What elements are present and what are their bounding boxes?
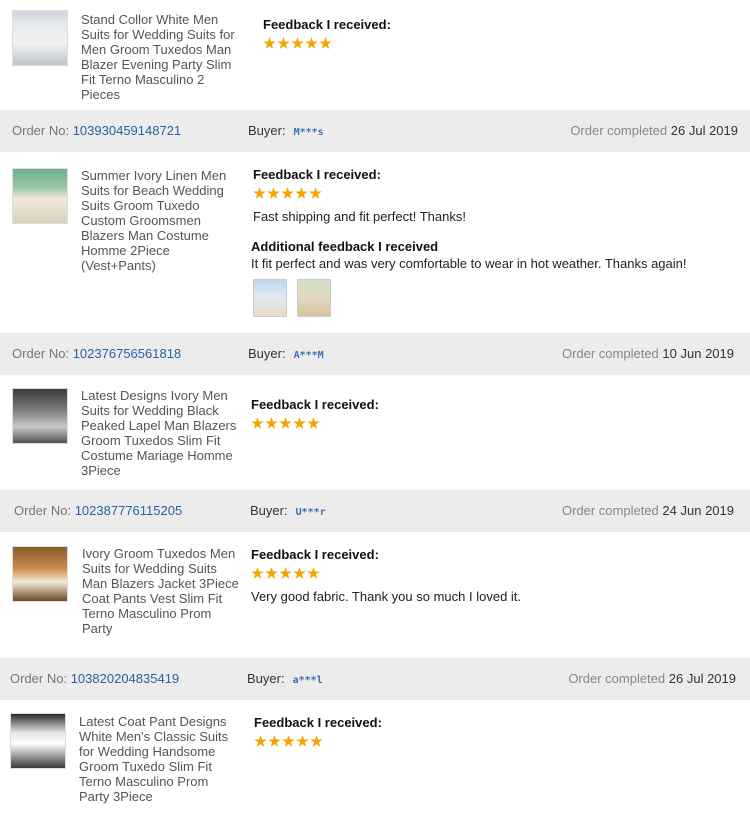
star-icon xyxy=(265,417,278,429)
order-number-link[interactable]: 103930459148721 xyxy=(73,123,181,138)
star-icon xyxy=(319,37,332,49)
order-bar: Order No: 102387776115205 Buyer: U***r Or… xyxy=(0,490,750,532)
product-thumbnail[interactable] xyxy=(10,713,66,769)
star-icon xyxy=(296,735,309,747)
buyer-name[interactable]: A***M xyxy=(294,350,324,361)
star-icon xyxy=(254,735,267,747)
feedback-photo[interactable] xyxy=(253,279,287,317)
feedback-item: Latest Coat Pant Designs White Men's Cla… xyxy=(0,700,750,816)
product-thumbnail[interactable] xyxy=(12,10,68,66)
star-icon xyxy=(305,37,318,49)
feedback-item: Stand Collor White Men Suits for Wedding… xyxy=(0,0,750,110)
star-icon xyxy=(267,187,280,199)
order-bar: Order No: 103930459148721 Buyer: M***s Or… xyxy=(0,110,750,152)
star-icon xyxy=(310,735,323,747)
star-icon xyxy=(295,187,308,199)
feedback-item: Ivory Groom Tuxedos Men Suits for Weddin… xyxy=(0,532,750,658)
star-rating xyxy=(263,37,332,51)
star-icon xyxy=(251,567,264,579)
feedback-text: Fast shipping and fit perfect! Thanks! xyxy=(253,209,466,224)
additional-feedback-text: It fit perfect and was very comfortable … xyxy=(251,256,687,271)
feedback-label: Feedback I received: xyxy=(254,715,382,730)
star-icon xyxy=(279,417,292,429)
star-icon xyxy=(251,417,264,429)
star-icon xyxy=(265,567,278,579)
feedback-item: Latest Designs Ivory Men Suits for Weddi… xyxy=(0,375,750,490)
star-icon xyxy=(293,417,306,429)
order-bar: Order No: 102376756561818 Buyer: A***M Or… xyxy=(0,333,750,375)
additional-feedback-label: Additional feedback I received xyxy=(251,239,439,254)
order-completed: Order completed 10 Jun 2019 xyxy=(561,346,734,361)
star-icon xyxy=(279,567,292,579)
buyer: Buyer: A***M xyxy=(248,346,324,361)
product-title[interactable]: Latest Designs Ivory Men Suits for Weddi… xyxy=(81,388,241,478)
star-icon xyxy=(293,567,306,579)
product-title[interactable]: Ivory Groom Tuxedos Men Suits for Weddin… xyxy=(82,546,242,636)
order-number: Order No: 103930459148721 xyxy=(12,123,182,138)
product-thumbnail[interactable] xyxy=(12,546,68,602)
product-title[interactable]: Stand Collor White Men Suits for Wedding… xyxy=(81,12,241,102)
order-number-link[interactable]: 102387776115205 xyxy=(75,503,183,518)
feedback-label: Feedback I received: xyxy=(253,167,381,182)
product-thumbnail[interactable] xyxy=(12,168,68,224)
order-completed: Order completed 26 Jul 2019 xyxy=(570,123,738,138)
star-icon xyxy=(309,187,322,199)
star-rating xyxy=(251,417,320,431)
star-rating xyxy=(253,187,322,201)
buyer-name[interactable]: U***r xyxy=(296,507,326,518)
star-icon xyxy=(307,567,320,579)
order-bar: Order No: 103820204835419 Buyer: a***l Or… xyxy=(0,658,750,700)
order-number: Order No: 102376756561818 xyxy=(12,346,182,361)
feedback-item: Summer Ivory Linen Men Suits for Beach W… xyxy=(0,152,750,333)
star-icon xyxy=(253,187,266,199)
buyer: Buyer: a***l xyxy=(247,671,323,686)
feedback-text: Very good fabric. Thank you so much I lo… xyxy=(251,589,522,604)
star-icon xyxy=(307,417,320,429)
product-title[interactable]: Latest Coat Pant Designs White Men's Cla… xyxy=(79,714,239,804)
star-icon xyxy=(291,37,304,49)
order-completed: Order completed 26 Jul 2019 xyxy=(568,671,736,686)
product-thumbnail[interactable] xyxy=(12,388,68,444)
star-rating xyxy=(254,735,323,749)
feedback-label: Feedback I received: xyxy=(251,547,379,562)
order-completed: Order completed 24 Jun 2019 xyxy=(561,503,734,518)
star-rating xyxy=(251,567,320,581)
star-icon xyxy=(268,735,281,747)
star-icon xyxy=(263,37,276,49)
star-icon xyxy=(281,187,294,199)
feedback-label: Feedback I received: xyxy=(251,397,379,412)
order-number: Order No: 102387776115205 xyxy=(14,503,183,518)
feedback-photo[interactable] xyxy=(297,279,331,317)
order-number-link[interactable]: 103820204835419 xyxy=(71,671,179,686)
star-icon xyxy=(282,735,295,747)
order-number: Order No: 103820204835419 xyxy=(10,671,180,686)
buyer-name[interactable]: a***l xyxy=(293,675,323,686)
buyer-name[interactable]: M***s xyxy=(294,127,324,138)
product-title[interactable]: Summer Ivory Linen Men Suits for Beach W… xyxy=(81,168,241,273)
buyer: Buyer: U***r xyxy=(250,503,326,518)
order-number-link[interactable]: 102376756561818 xyxy=(73,346,181,361)
buyer: Buyer: M***s xyxy=(248,123,324,138)
feedback-label: Feedback I received: xyxy=(263,17,391,32)
star-icon xyxy=(277,37,290,49)
